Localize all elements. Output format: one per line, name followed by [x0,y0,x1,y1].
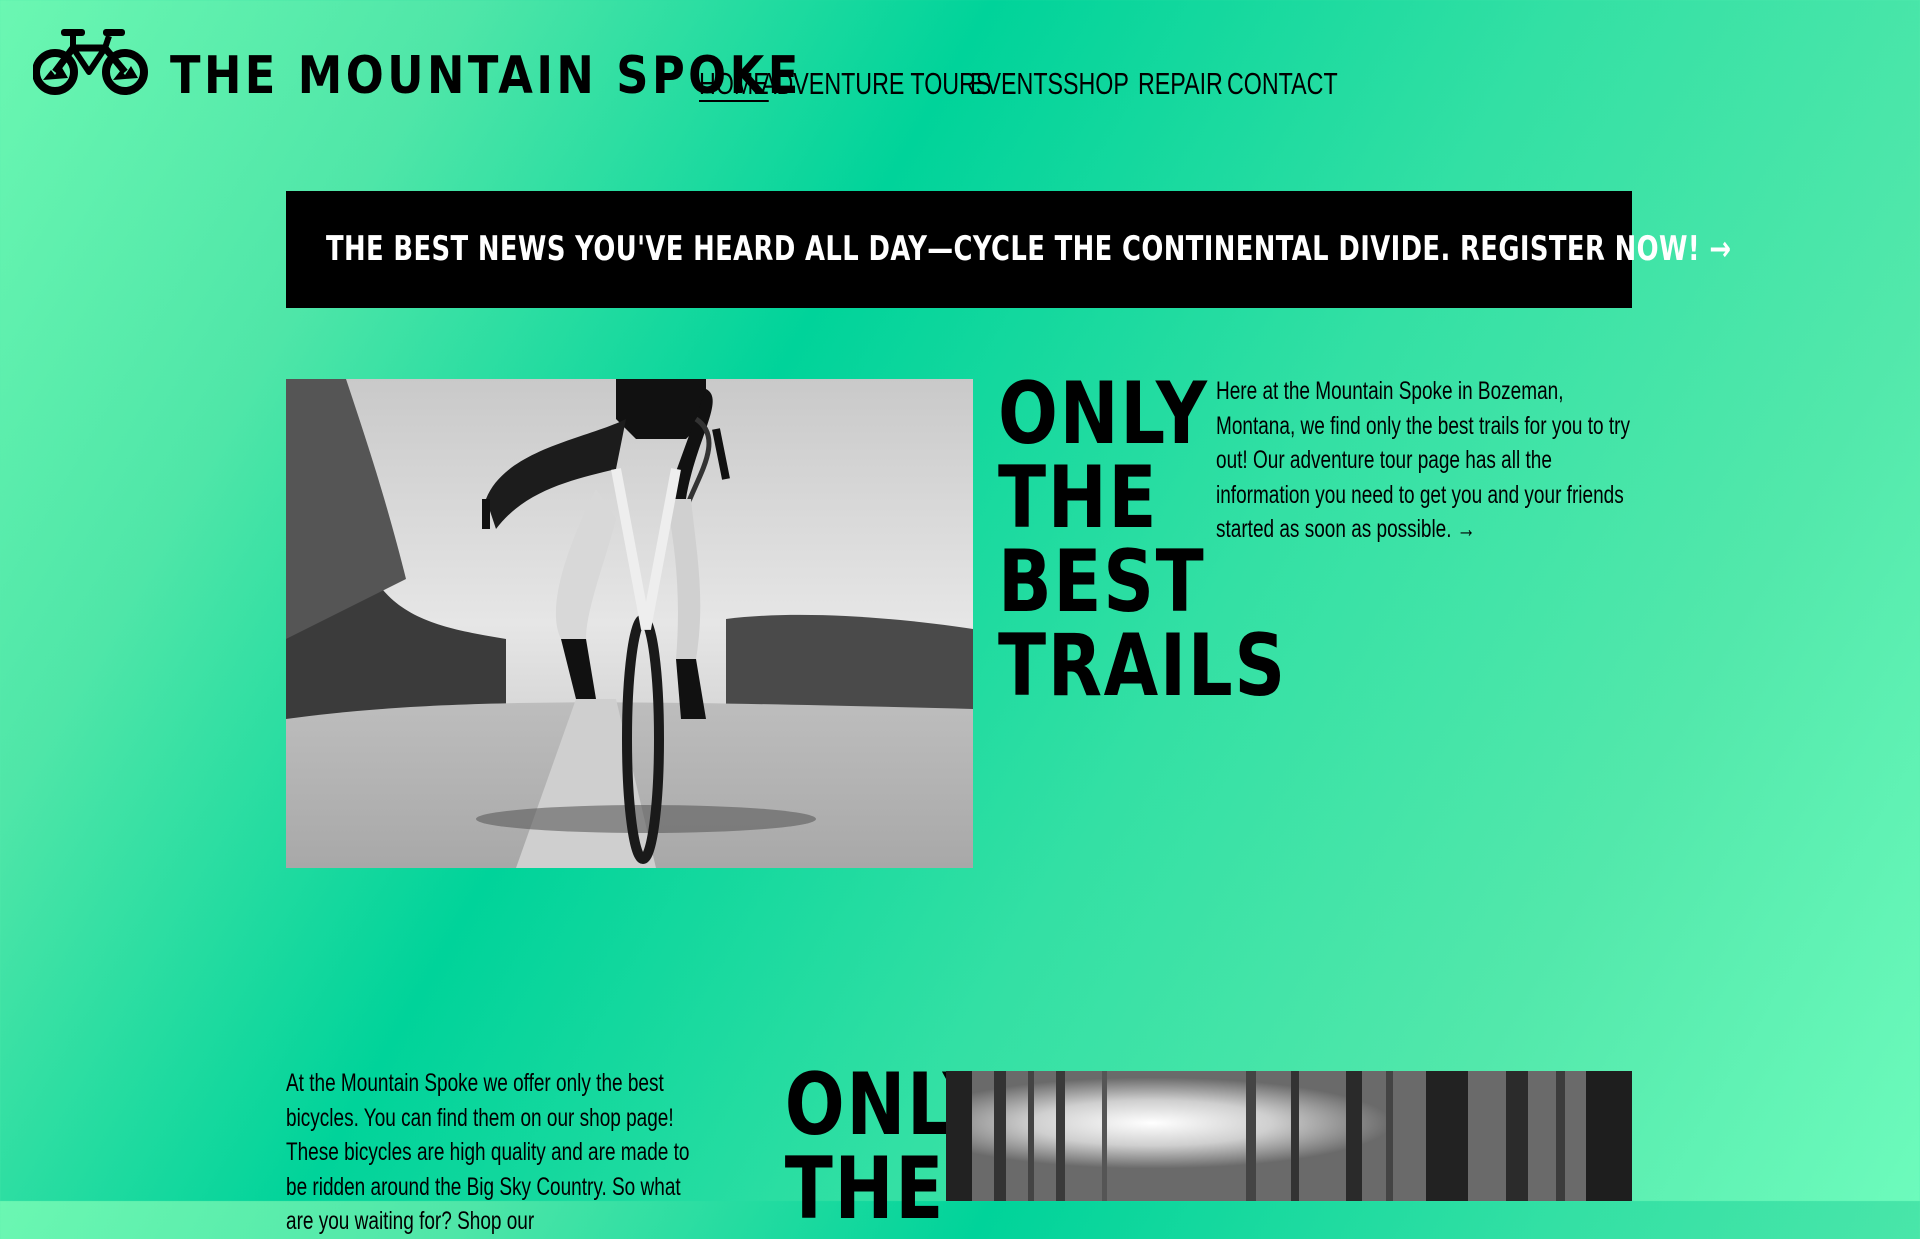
section-heading-second: ONLY THE [784,1055,996,1239]
nav-repair[interactable]: REPAIR [1138,66,1223,102]
main-nav: HOME ADVENTURE TOURS EVENTS SHOP REPAIR … [699,66,1338,106]
nav-contact[interactable]: CONTACT [1227,66,1338,102]
road-cyclist-photo [286,379,973,868]
heading-line: THE [784,1139,946,1239]
heading-line: BEST [998,532,1206,632]
heading-line: ONLY [784,1055,996,1155]
nav-home[interactable]: HOME [699,66,769,102]
announcement-banner[interactable]: THE BEST NEWS YOU'VE HEARD ALL DAY—CYCLE… [286,191,1731,308]
bicycles-description[interactable]: At the Mountain Spoke we offer only the … [286,1066,700,1239]
banner-text[interactable]: THE BEST NEWS YOU'VE HEARD ALL DAY—CYCLE… [326,229,1731,269]
nav-adventure-tours[interactable]: ADVENTURE TOURS [761,66,991,102]
nav-events[interactable]: EVENTS [970,66,1063,102]
site-header: THE MOUNTAIN SPOKE HOME ADVENTURE TOURS … [0,0,1920,140]
forest-sunlight-photo [946,1071,1632,1201]
heading-line: TRAILS [998,616,1287,716]
trails-description[interactable]: Here at the Mountain Spoke in Bozeman, M… [1216,374,1630,547]
nav-shop[interactable]: SHOP [1063,66,1129,102]
bicycle-mountain-icon[interactable] [33,26,149,96]
